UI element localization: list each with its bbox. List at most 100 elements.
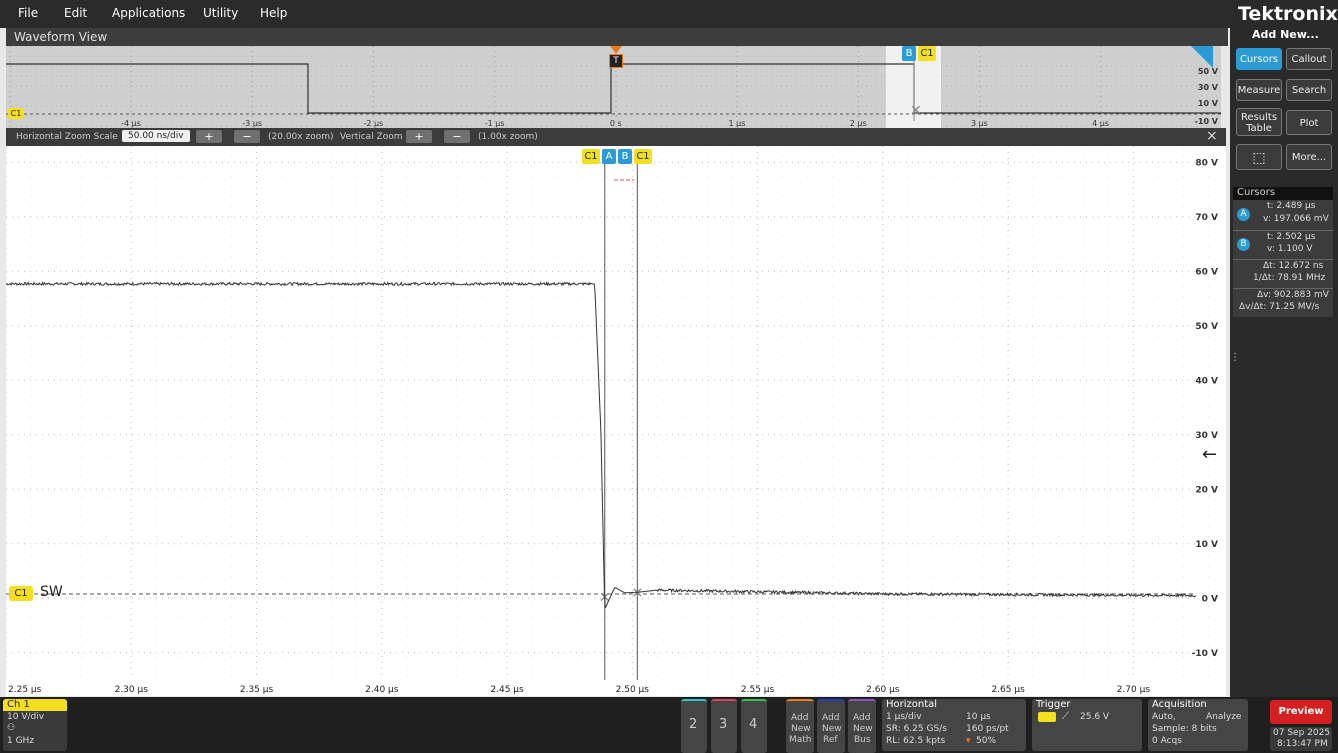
cursors-readout-title[interactable]: Cursors: [1233, 187, 1333, 200]
right-panel: Tektronix Add New... Cursors Callout Mea…: [1230, 0, 1338, 697]
trigger-badge[interactable]: Trigger ⟋ 25.6 V: [1032, 699, 1142, 751]
offscreen-arrow-icon[interactable]: ←: [1202, 444, 1217, 465]
cursor-b-icon: B: [1237, 238, 1250, 251]
cursor-a-readout[interactable]: A t: 2.489 µs v: 197.066 mV: [1233, 200, 1333, 231]
zoom-close-icon[interactable]: ×: [1206, 128, 1218, 144]
trigger-source-icon: [1038, 712, 1056, 722]
zoom-bar: Horizontal Zoom Scale 50.00 ns/div + − (…: [6, 128, 1226, 146]
horizontal-badge[interactable]: Horizontal 1 µs/div 10 µs SR: 6.25 GS/s …: [882, 699, 1026, 751]
h-zoom-factor: (20.00x zoom): [268, 132, 334, 142]
menu-applications[interactable]: Applications: [112, 6, 185, 20]
main-x-tick: 2.55 µs: [741, 685, 775, 695]
main-y-tick: 0 V: [1202, 594, 1218, 604]
h-zoom-label: Horizontal Zoom Scale: [16, 132, 118, 142]
main-y-tick: 20 V: [1195, 485, 1218, 495]
overview-x-tick: -4 µs: [121, 119, 141, 128]
ch2-button[interactable]: 2: [681, 699, 707, 753]
cursor-b-tag[interactable]: B: [618, 149, 632, 164]
add-new-ref-button[interactable]: Add New Ref: [817, 699, 845, 753]
preview-button[interactable]: Preview: [1270, 700, 1332, 724]
cursor-a-channel-tag[interactable]: C1: [582, 149, 600, 164]
measure-button[interactable]: Measure: [1236, 79, 1282, 101]
menu-file[interactable]: File: [18, 6, 38, 20]
waveform-view-title: Waveform View: [14, 30, 108, 44]
main-plot[interactable]: ✕ ✕ 80 V 70 V 60 V 50 V 40 V 30 V 20 V 10 V0 V -1…: [6, 146, 1226, 680]
overview-x-tick: -3 µs: [242, 119, 262, 128]
main-x-tick: 2.70 µs: [1117, 685, 1151, 695]
cursor-b-x-icon[interactable]: ✕: [631, 585, 643, 601]
ch1-name-label: SW: [40, 584, 63, 600]
h-zoom-scale-field[interactable]: 50.00 ns/div: [122, 130, 190, 142]
overview-x-tick: -1 µs: [485, 119, 505, 128]
h-zoom-in-button[interactable]: +: [196, 130, 222, 143]
v-zoom-label: Vertical Zoom: [340, 132, 403, 142]
v-zoom-factor: (1.00x zoom): [478, 132, 538, 142]
acquisition-badge[interactable]: Acquisition Auto, Analyze Sample: 8 bits…: [1148, 699, 1248, 751]
overview-y-tick: 10 V: [1198, 99, 1219, 108]
more-button[interactable]: More...: [1286, 144, 1332, 170]
search-button[interactable]: Search: [1286, 79, 1332, 101]
overview-channel-tag[interactable]: C1: [918, 46, 936, 61]
cursor-b-readout[interactable]: B t: 2.502 µs v: 1.100 V: [1233, 231, 1333, 260]
v-zoom-out-button[interactable]: −: [444, 130, 470, 143]
overview-ch1-ref-tag[interactable]: C1: [8, 108, 24, 119]
ch1-waveform: [6, 281, 1197, 609]
rising-edge-icon: ⟋: [1062, 711, 1069, 722]
main-y-tick: 70 V: [1195, 213, 1218, 223]
main-y-tick: -10 V: [1192, 649, 1218, 659]
main-x-tick: 2.45 µs: [490, 685, 524, 695]
main-x-tick: 2.50 µs: [616, 685, 650, 695]
waveform-view-header: Waveform View: [6, 28, 1228, 46]
main-x-tick: 2.40 µs: [365, 685, 399, 695]
overview-y-tick: -10 V: [1195, 117, 1219, 126]
v-zoom-in-button[interactable]: +: [406, 130, 432, 143]
h-zoom-out-button[interactable]: −: [234, 130, 260, 143]
overview-x-tick: 4 µs: [1092, 119, 1109, 128]
main-x-tick: 2.60 µs: [866, 685, 900, 695]
overview-plot[interactable]: ✕ -4 µs -3 µs -2 µs -1 µs 0 s 1 µs 2 µs 3 µs 4 µ…: [6, 46, 1221, 128]
main-x-axis: 2.25 µs 2.30 µs 2.35 µs 2.40 µs 2.45 µs 2.50 …: [6, 680, 1226, 696]
overview-x-tick: 3 µs: [971, 119, 988, 128]
delta-t-readout[interactable]: Δt: 12.672 ns 1/Δt: 78.91 MHz: [1233, 260, 1333, 289]
cursor-b-channel-tag[interactable]: C1: [634, 149, 652, 164]
main-y-tick: 30 V: [1195, 431, 1218, 441]
delta-v-readout[interactable]: Δv: 902.883 mV Δv/Δt: 71.25 MV/s: [1233, 289, 1333, 317]
tektronix-logo: Tektronix: [1238, 3, 1338, 25]
bottom-bar: Ch 1 10 V/div ⚇ 1 GHz 2 3 4 Add New Math…: [0, 697, 1338, 753]
callout-button[interactable]: Callout: [1286, 48, 1332, 70]
probe-icon: ⚇: [7, 723, 16, 733]
zoom-region-icon[interactable]: ⬚: [1236, 144, 1282, 170]
main-y-tick: 40 V: [1195, 376, 1218, 386]
add-new-bus-button[interactable]: Add New Bus: [848, 699, 876, 753]
main-x-tick: 2.30 µs: [115, 685, 149, 695]
overview-y-tick: 30 V: [1198, 83, 1219, 92]
overview-x-tick: 0 s: [610, 119, 622, 128]
main-y-tick: 80 V: [1195, 158, 1218, 168]
overview-cursor-b-tag[interactable]: B: [902, 46, 916, 61]
cursors-button[interactable]: Cursors: [1236, 48, 1282, 70]
results-table-button[interactable]: Results Table: [1236, 108, 1282, 136]
trigger-position-icon: ▾: [966, 736, 971, 746]
overview-x-tick: 2 µs: [850, 119, 867, 128]
date-time-badge[interactable]: 07 Sep 2025 8:13:47 PM: [1270, 727, 1332, 751]
menu-utility[interactable]: Utility: [203, 6, 238, 20]
ch1-reference-tag[interactable]: C1: [9, 586, 33, 601]
menu-edit[interactable]: Edit: [64, 6, 87, 20]
add-new-math-button[interactable]: Add New Math: [786, 699, 814, 753]
overview-waveform: [6, 63, 1221, 114]
overview-cursor-x-icon: ✕: [910, 103, 922, 119]
overview-corner-icon[interactable]: [1191, 46, 1213, 68]
main-y-tick: 50 V: [1195, 322, 1218, 332]
main-y-tick: 10 V: [1195, 540, 1218, 550]
ch1-badge[interactable]: Ch 1 10 V/div ⚇ 1 GHz: [3, 699, 67, 751]
trigger-marker[interactable]: T: [609, 46, 623, 68]
cursor-a-icon: A: [1237, 208, 1250, 221]
ch4-button[interactable]: 4: [741, 699, 767, 753]
plot-button[interactable]: Plot: [1286, 110, 1332, 135]
ch3-button[interactable]: 3: [711, 699, 737, 753]
panel-resize-handle[interactable]: ⋮: [1230, 353, 1240, 369]
overview-x-tick: 1 µs: [729, 119, 746, 128]
overview-y-tick: 50 V: [1198, 67, 1219, 76]
cursor-a-tag[interactable]: A: [602, 149, 616, 164]
menu-help[interactable]: Help: [260, 6, 287, 20]
